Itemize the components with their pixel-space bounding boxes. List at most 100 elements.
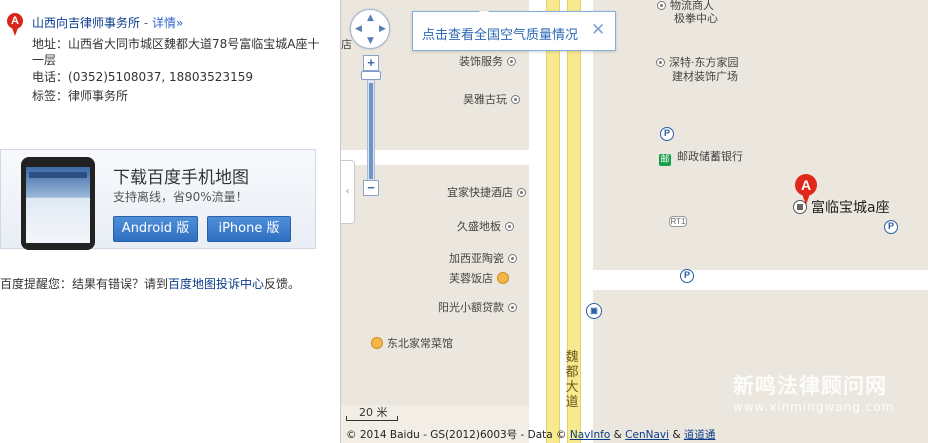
poi-dot-icon [656,58,665,67]
minor-road [581,0,593,443]
address-label: 地址： [32,37,69,51]
left-panel: A 山西向吉律师事务所 - 详情» 地址：山西省大同市城区魏都大道78号富临宝城… [0,0,340,443]
banner-title: 下载百度手机地图 [113,168,249,188]
watermark-text: 新鸣法律顾问网 [733,374,887,398]
restaurant-icon [371,337,383,349]
poi-phone-row: 电话：(0352)5108037, 18803523159 [32,69,253,85]
pan-right-icon[interactable]: ▶ [379,25,386,34]
hotel-icon [517,188,526,197]
feedback-notice: 百度提醒您：结果有错误？请到百度地图投诉中心反馈。 [0,275,300,292]
poi-dot-icon [507,57,516,66]
air-quality-link[interactable]: 点击查看全国空气质量情况 [422,24,578,43]
poi-label-text: 东北家常菜馆 [387,337,453,350]
air-quality-popup-tip [479,11,489,17]
minor-road [581,270,928,290]
app-download-banner: 下载百度手机地图 支持离线，省90%流量！ Android 版 iPhone 版 [0,149,316,250]
poi-label-text: 邮政储蓄银行 [677,150,743,163]
pan-left-icon[interactable]: ◀ [355,25,362,34]
tags-label: 标签： [32,89,69,103]
poi-label[interactable]: 宜家快捷酒店 [447,184,526,200]
daodaotong-link[interactable]: 道道通 [684,429,716,441]
phone-screen [26,167,90,243]
poi-name-link[interactable]: 山西向吉律师事务所 [32,16,140,30]
poi-label-text: 装饰服务 [459,55,503,68]
poi-title-separator: - [140,16,152,30]
copyright-line: © 2014 Baidu - GS(2012)6003号 - Data © Na… [346,427,715,442]
phone-label: 电话： [32,70,69,84]
parking-icon[interactable]: P [884,220,898,234]
poi-label[interactable]: 久盛地板 [457,218,514,234]
iphone-download-button[interactable]: iPhone 版 [207,216,291,242]
tags-value: 律师事务所 [68,89,129,103]
pan-down-icon[interactable]: ▼ [367,37,374,46]
poi-label[interactable]: 加西亚陶瓷 [449,250,517,266]
pan-control[interactable]: ▲ ▼ ◀ ▶ [350,9,390,49]
copyright-text: © 2014 Baidu - GS(2012)6003号 - Data © [346,429,567,441]
navinfo-link[interactable]: NavInfo [570,429,610,441]
postal-bank-icon: 邮 [659,154,671,166]
copyright-amp: & [613,429,622,441]
poi-label[interactable]: 昊雅古玩 [463,91,520,107]
scale-bar [346,416,398,421]
target-building-label[interactable]: 富临宝城a座 [793,197,890,217]
collapse-panel-button[interactable]: ‹ [341,160,355,224]
parking-icon[interactable]: P [660,127,674,141]
main-road-lane [546,0,560,443]
notice-suffix: 反馈。 [264,277,301,291]
poi-label[interactable]: 阳光小额贷款 [438,299,517,315]
zoom-slider-handle[interactable] [361,71,381,80]
banner-subtitle: 支持离线，省90%流量！ [113,190,248,204]
road-name-label: 魏都大道 [565,350,579,410]
poi-dot-icon [657,1,666,10]
zoom-slider-fill [369,83,373,179]
poi-address-row: 地址：山西省大同市城区魏都大道78号富临宝城A座十一层 [32,36,322,68]
poi-label-text: 加西亚陶瓷 [449,252,504,265]
poi-dot-icon [508,254,517,263]
poi-label-text: 昊雅古玩 [463,93,507,106]
poi-label-text: 宜家快捷酒店 [447,186,513,199]
result-marker-tail [11,25,19,36]
parking-icon[interactable]: P [680,269,694,283]
poi-dot-icon [511,95,520,104]
poi-label[interactable]: 芙蓉饭店 [449,270,509,286]
poi-dot-icon [508,303,517,312]
poi-label[interactable]: 邮邮政储蓄银行 [659,148,743,166]
pan-up-icon[interactable]: ▲ [367,14,374,23]
notice-prefix: 百度提醒您：结果有错误？请到 [0,277,169,291]
poi-label[interactable]: 店 [341,36,352,52]
poi-detail-link[interactable]: 详情» [152,16,183,30]
restaurant-icon [497,272,509,284]
building-icon [793,200,807,214]
android-download-button[interactable]: Android 版 [113,216,198,242]
watermark-url: www.xinmingwang.com [733,400,895,414]
poi-label[interactable]: 建材装饰广场 [672,68,738,84]
poi-label[interactable]: 东北家常菜馆 [371,335,453,351]
poi-label-text: 芙蓉饭店 [449,272,493,285]
zoom-out-button[interactable]: − [363,180,379,196]
zoom-slider-track[interactable] [367,71,375,180]
phone-illustration [21,157,95,250]
phone-screen-bar [29,172,87,178]
poi-label[interactable]: 装饰服务 [459,53,516,69]
poi-label-text: 阳光小额贷款 [438,301,504,314]
minor-road [529,0,546,443]
cennavi-link[interactable]: CenNavi [625,429,669,441]
map-block [581,0,928,270]
poi-label[interactable]: 极拳中心 [674,10,718,26]
air-quality-popup[interactable]: 点击查看全国空气质量情况 ✕ [412,11,616,51]
road-number-tag: RT1 [669,216,687,227]
poi-tags-row: 标签：律师事务所 [32,88,128,104]
complaint-center-link[interactable]: 百度地图投诉中心 [168,277,264,291]
poi-label-text: 久盛地板 [457,220,501,233]
map-block [581,290,928,443]
close-icon[interactable]: ✕ [591,21,605,39]
map-canvas[interactable]: 店 物流商人 极拳中心 深特·东方家园 建材装饰广场 装饰服务 昊雅古玩 邮邮政… [340,0,928,443]
address-value: 山西省大同市城区魏都大道78号富临宝城A座十一层 [32,37,320,67]
result-marker-icon[interactable]: A [7,13,23,37]
poi-dot-icon [505,222,514,231]
target-building-name: 富临宝城a座 [811,200,890,216]
bus-stop-icon[interactable]: ▣ [586,303,602,319]
phone-value: (0352)5108037, 18803523159 [68,70,253,84]
zoom-in-button[interactable]: + [363,55,379,71]
map-block [341,165,546,405]
